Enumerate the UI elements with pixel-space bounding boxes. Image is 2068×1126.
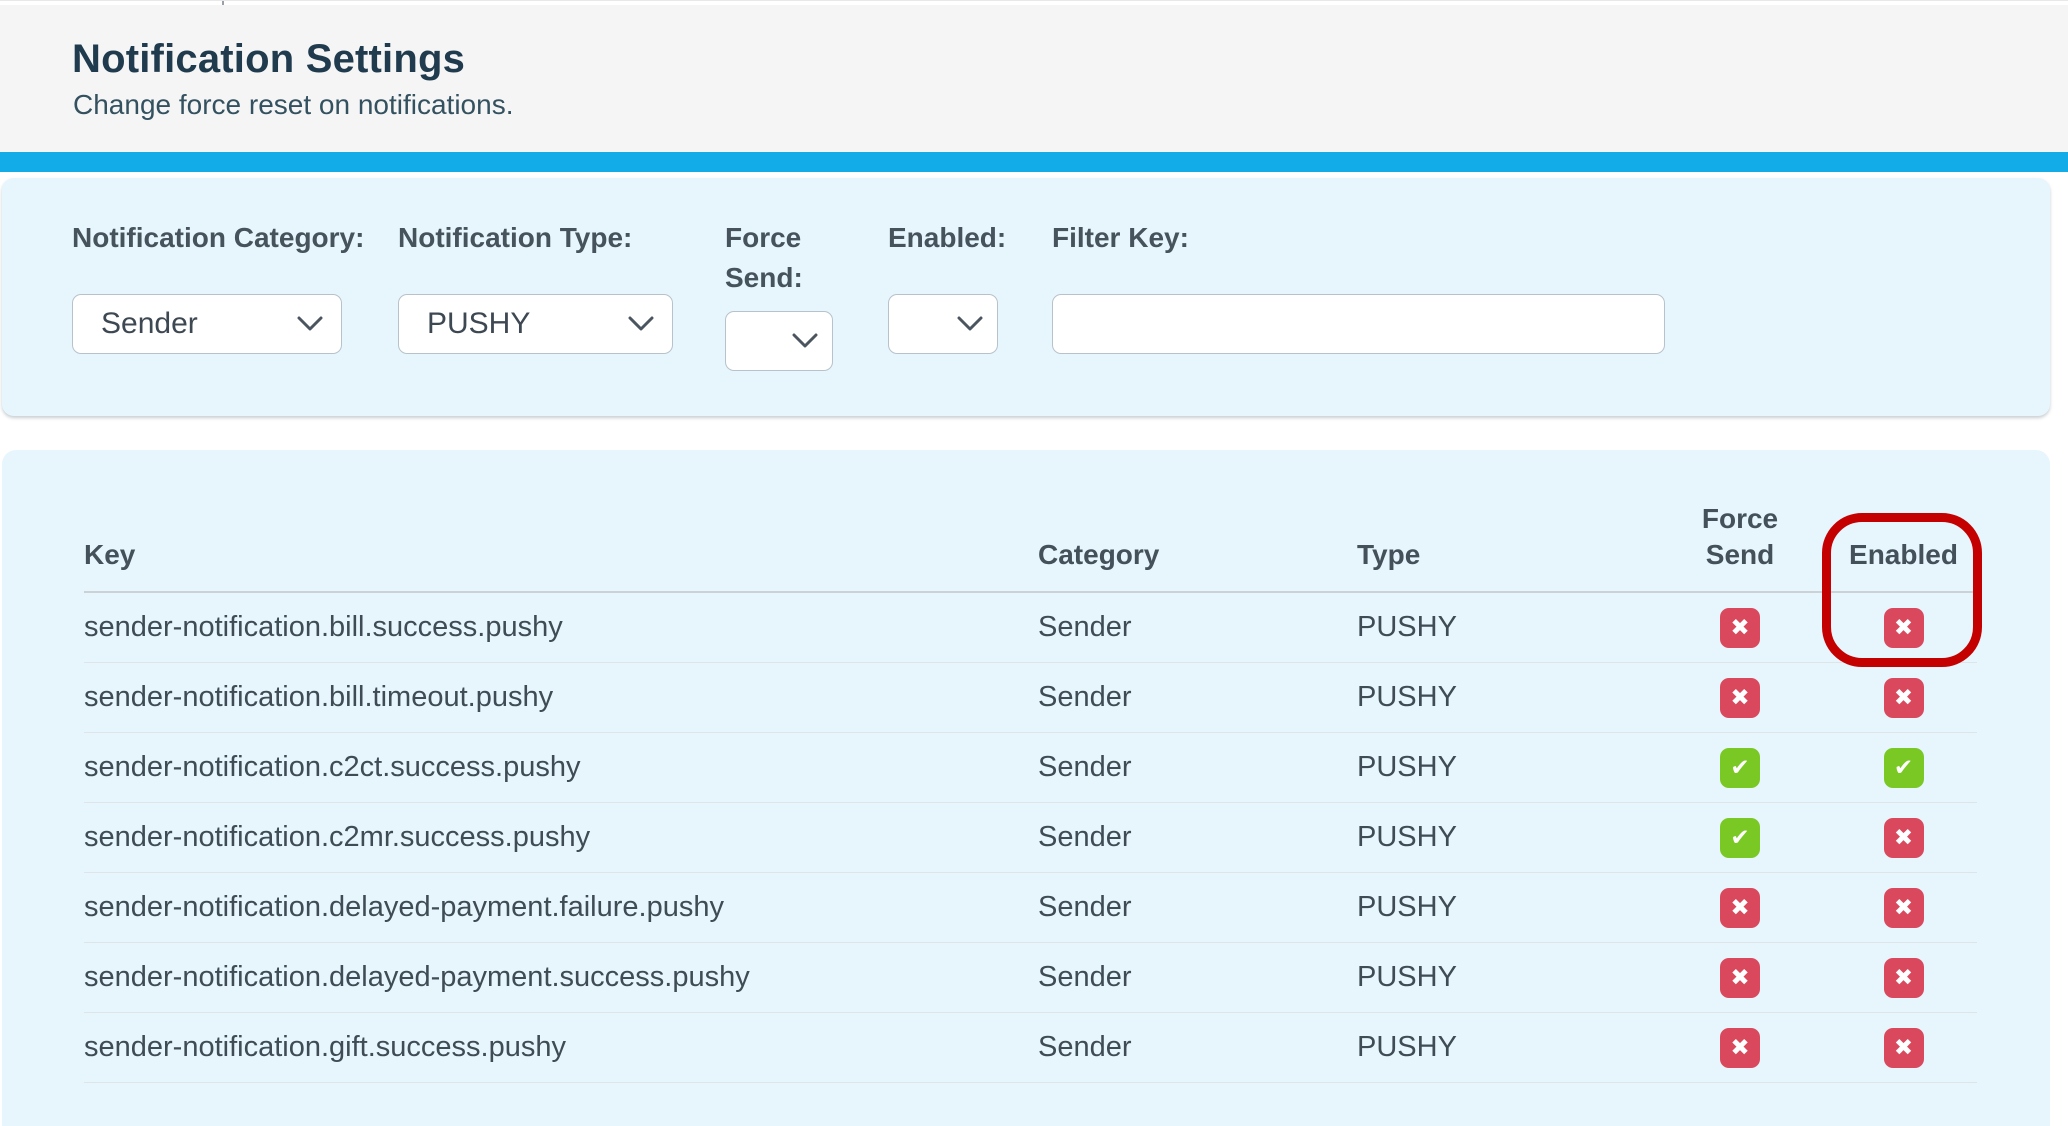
column-header-type: Type	[1357, 537, 1650, 591]
column-header-force-send: Force Send	[1650, 501, 1830, 591]
enabled-badge[interactable]: ✖	[1884, 818, 1924, 858]
table-row: sender-notification.bill.timeout.pushy S…	[84, 663, 1977, 733]
table-body: sender-notification.bill.success.pushy S…	[84, 593, 1977, 1083]
cell-category: Sender	[1038, 611, 1357, 644]
field-force-send: Force Send:	[725, 218, 845, 371]
cell-category: Sender	[1038, 961, 1357, 994]
notification-type-value: PUSHY	[427, 307, 530, 341]
force-send-label: Force Send:	[725, 218, 845, 298]
cell-category: Sender	[1038, 891, 1357, 924]
table-row: sender-notification.gift.success.pushy S…	[84, 1013, 1977, 1083]
cell-key: sender-notification.c2mr.success.pushy	[84, 821, 1038, 854]
table-row: sender-notification.delayed-payment.fail…	[84, 873, 1977, 943]
notification-category-value: Sender	[101, 307, 198, 341]
field-notification-type: Notification Type: PUSHY	[398, 218, 673, 354]
notifications-table: Key Category Type Force Send Enabled sen…	[84, 450, 1977, 1083]
enabled-badge[interactable]: ✖	[1884, 958, 1924, 998]
field-enabled: Enabled:	[888, 218, 1006, 354]
enabled-badge[interactable]: ✖	[1884, 1028, 1924, 1068]
force-send-select[interactable]	[725, 311, 833, 371]
enabled-label: Enabled:	[888, 218, 1006, 258]
chevron-down-icon	[792, 333, 818, 349]
cell-category: Sender	[1038, 681, 1357, 714]
force-send-badge[interactable]: ✖	[1720, 888, 1760, 928]
cell-type: PUSHY	[1357, 611, 1650, 644]
cell-key: sender-notification.c2ct.success.pushy	[84, 751, 1038, 784]
table-row: sender-notification.c2mr.success.pushy S…	[84, 803, 1977, 873]
table-header-row: Key Category Type Force Send Enabled	[84, 450, 1977, 593]
force-send-badge[interactable]: ✖	[1720, 608, 1760, 648]
cell-key: sender-notification.delayed-payment.fail…	[84, 891, 1038, 924]
chevron-down-icon	[297, 316, 323, 332]
table-row: sender-notification.c2ct.success.pushy S…	[84, 733, 1977, 803]
force-send-badge[interactable]: ✖	[1720, 1028, 1760, 1068]
chevron-down-icon	[628, 316, 654, 332]
field-filter-key: Filter Key:	[1052, 218, 1665, 354]
table-row: sender-notification.delayed-payment.succ…	[84, 943, 1977, 1013]
table-row: sender-notification.bill.success.pushy S…	[84, 593, 1977, 663]
page-title: Notification Settings	[72, 37, 465, 82]
cell-type: PUSHY	[1357, 1031, 1650, 1064]
enabled-badge[interactable]: ✖	[1884, 888, 1924, 928]
column-header-key: Key	[84, 537, 1038, 591]
cell-category: Sender	[1038, 751, 1357, 784]
filter-key-input[interactable]	[1052, 294, 1665, 354]
cell-type: PUSHY	[1357, 681, 1650, 714]
cell-key: sender-notification.bill.success.pushy	[84, 611, 1038, 644]
page-subtitle: Change force reset on notifications.	[73, 89, 513, 121]
cell-key: sender-notification.bill.timeout.pushy	[84, 681, 1038, 714]
enabled-badge[interactable]: ✖	[1884, 678, 1924, 718]
page-header: Notification Settings Change force reset…	[0, 5, 2068, 152]
cell-category: Sender	[1038, 1031, 1357, 1064]
cell-key: sender-notification.delayed-payment.succ…	[84, 961, 1038, 994]
enabled-badge[interactable]: ✔	[1884, 748, 1924, 788]
filter-panel: Notification Category: Sender Notificati…	[2, 178, 2050, 416]
force-send-badge[interactable]: ✖	[1720, 678, 1760, 718]
notifications-table-panel: Key Category Type Force Send Enabled sen…	[2, 450, 2050, 1126]
force-send-badge[interactable]: ✔	[1720, 748, 1760, 788]
chevron-down-icon	[957, 316, 983, 332]
filter-key-label: Filter Key:	[1052, 218, 1665, 258]
field-notification-category: Notification Category: Sender	[72, 218, 364, 354]
notification-category-label: Notification Category:	[72, 218, 364, 258]
cell-type: PUSHY	[1357, 891, 1650, 924]
force-send-badge[interactable]: ✖	[1720, 958, 1760, 998]
notification-category-select[interactable]: Sender	[72, 294, 342, 354]
cell-type: PUSHY	[1357, 961, 1650, 994]
cell-type: PUSHY	[1357, 751, 1650, 784]
notification-type-label: Notification Type:	[398, 218, 673, 258]
force-send-badge[interactable]: ✔	[1720, 818, 1760, 858]
cell-category: Sender	[1038, 821, 1357, 854]
enabled-badge[interactable]: ✖	[1884, 608, 1924, 648]
column-header-enabled: Enabled	[1830, 537, 1977, 591]
enabled-select[interactable]	[888, 294, 998, 354]
cell-type: PUSHY	[1357, 821, 1650, 854]
cell-key: sender-notification.gift.success.pushy	[84, 1031, 1038, 1064]
column-header-category: Category	[1038, 537, 1357, 591]
accent-bar	[0, 152, 2068, 172]
notification-type-select[interactable]: PUSHY	[398, 294, 673, 354]
